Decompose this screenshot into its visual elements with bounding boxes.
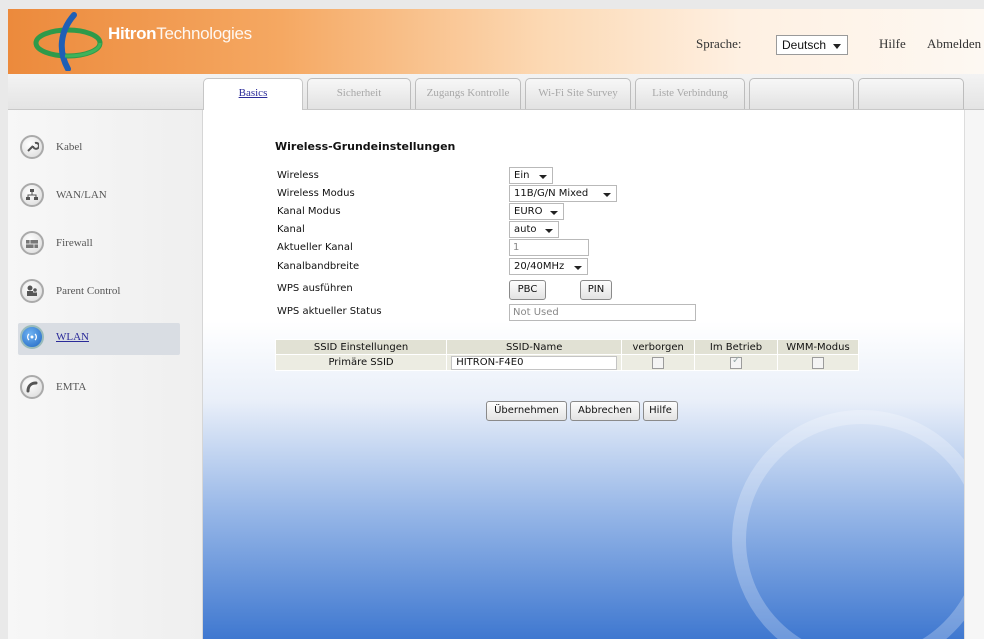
language-value: Deutsch (782, 38, 827, 52)
wps-pin-button[interactable]: PIN (580, 280, 612, 300)
phone-icon (20, 375, 44, 399)
watermark-logo-icon (732, 410, 964, 639)
in-operation-checkbox[interactable] (730, 355, 743, 369)
sidebar-item-label: WAN/LAN (56, 189, 107, 201)
brand-name: HitronTechnologies (108, 24, 252, 43)
section-title: Wireless-Grundeinstellungen (275, 140, 456, 153)
ssid-header-hidden: verborgen (621, 339, 696, 355)
sidebar-item-label: WLAN (56, 331, 89, 343)
help-link[interactable]: Hilfe (879, 36, 906, 52)
sidebar-item-emta[interactable]: EMTA (18, 373, 178, 405)
ssid-header-wmm: WMM-Modus (777, 339, 859, 355)
wps-status-label: WPS aktueller Status (277, 306, 382, 317)
wireless-label: Wireless (277, 170, 319, 181)
chevron-down-icon (574, 266, 582, 270)
channel-mode-select[interactable]: EURO (509, 203, 564, 220)
sidebar: Kabel WAN/LAN Firewall Parent Control WL… (8, 110, 203, 639)
current-channel-label: Aktueller Kanal (277, 242, 353, 253)
sidebar-item-wlan[interactable]: WLAN (18, 323, 180, 355)
ssid-name-input[interactable]: HITRON-F4E0 (451, 355, 618, 370)
chevron-down-icon (603, 193, 611, 197)
ssid-table: SSID Einstellungen SSID-Name verborgen I… (274, 339, 859, 371)
current-channel-field: 1 (509, 239, 589, 256)
tab-zugangs-kontrolle[interactable]: Zugangs Kontrolle (415, 78, 521, 109)
main-content: Wireless-Grundeinstellungen Wireless Ein… (203, 110, 964, 639)
sidebar-item-label: Firewall (56, 237, 93, 249)
language-label: Sprache: (696, 36, 742, 51)
channel-mode-label: Kanal Modus (277, 206, 341, 217)
parent-control-icon (20, 279, 44, 303)
channel-select[interactable]: auto (509, 221, 559, 238)
firewall-icon (20, 231, 44, 255)
ssid-name-cell: HITRON-F4E0 (446, 354, 623, 371)
ssid-setting-cell: Primäre SSID (274, 354, 448, 371)
sidebar-item-firewall[interactable]: Firewall (18, 229, 178, 261)
wireless-value: Ein (514, 170, 530, 181)
ssid-hidden-cell (621, 354, 696, 371)
ssid-header-name: SSID-Name (446, 339, 623, 355)
help-button[interactable]: Hilfe (643, 401, 678, 421)
channel-value: auto (514, 224, 537, 235)
wireless-icon (20, 325, 44, 349)
right-margin (964, 110, 984, 639)
wps-run-label: WPS ausführen (277, 283, 353, 294)
channel-label: Kanal (277, 224, 305, 235)
ssid-in-operation-cell (694, 354, 779, 371)
tab-wifi-site-survey[interactable]: Wi-Fi Site Survey (525, 78, 631, 109)
network-icon (20, 183, 44, 207)
wps-pbc-button[interactable]: PBC (509, 280, 546, 300)
wireless-select[interactable]: Ein (509, 167, 553, 184)
table-row: Primäre SSID HITRON-F4E0 (274, 354, 859, 371)
sidebar-item-parent-control[interactable]: Parent Control (18, 277, 178, 309)
hitron-logo-icon (33, 12, 103, 71)
router-admin-page: HitronTechnologies Sprache: Deutsch Hilf… (0, 0, 984, 639)
ssid-header-settings: SSID Einstellungen (274, 339, 448, 355)
wrench-icon (20, 135, 44, 159)
bandwidth-select[interactable]: 20/40MHz (509, 258, 588, 275)
apply-button[interactable]: Übernehmen (486, 401, 567, 421)
wireless-mode-select[interactable]: 11B/G/N Mixed (509, 185, 617, 202)
sidebar-item-label: Parent Control (56, 285, 121, 297)
logout-link[interactable]: Abmelden (927, 36, 981, 52)
wmm-checkbox[interactable] (812, 356, 824, 369)
wireless-mode-value: 11B/G/N Mixed (514, 188, 589, 199)
sidebar-item-wan-lan[interactable]: WAN/LAN (18, 181, 178, 213)
tab-basics[interactable]: Basics (203, 78, 303, 110)
tab-empty-1 (749, 78, 854, 109)
header-bar: HitronTechnologies Sprache: Deutsch Hilf… (8, 9, 984, 75)
chevron-down-icon (539, 175, 547, 179)
language-select[interactable]: Deutsch (776, 35, 848, 55)
hidden-checkbox[interactable] (652, 356, 665, 369)
sidebar-item-kabel[interactable]: Kabel (18, 133, 178, 165)
cancel-button[interactable]: Abbrechen (570, 401, 640, 421)
sidebar-item-label: Kabel (56, 141, 83, 153)
wps-status-field: Not Used (509, 304, 696, 321)
chevron-down-icon (545, 229, 553, 233)
bandwidth-value: 20/40MHz (514, 261, 565, 272)
tab-liste-verbindung[interactable]: Liste Verbindung (635, 78, 745, 109)
ssid-header-in-operation: Im Betrieb (694, 339, 779, 355)
bandwidth-label: Kanalbandbreite (277, 261, 360, 272)
channel-mode-value: EURO (514, 206, 543, 217)
chevron-down-icon (833, 44, 841, 49)
wireless-mode-label: Wireless Modus (277, 188, 355, 199)
tab-empty-2 (858, 78, 964, 109)
sidebar-item-label: EMTA (56, 381, 87, 393)
ssid-wmm-cell (777, 354, 859, 371)
tab-sicherheit[interactable]: Sicherheit (307, 78, 411, 109)
chevron-down-icon (550, 211, 558, 215)
